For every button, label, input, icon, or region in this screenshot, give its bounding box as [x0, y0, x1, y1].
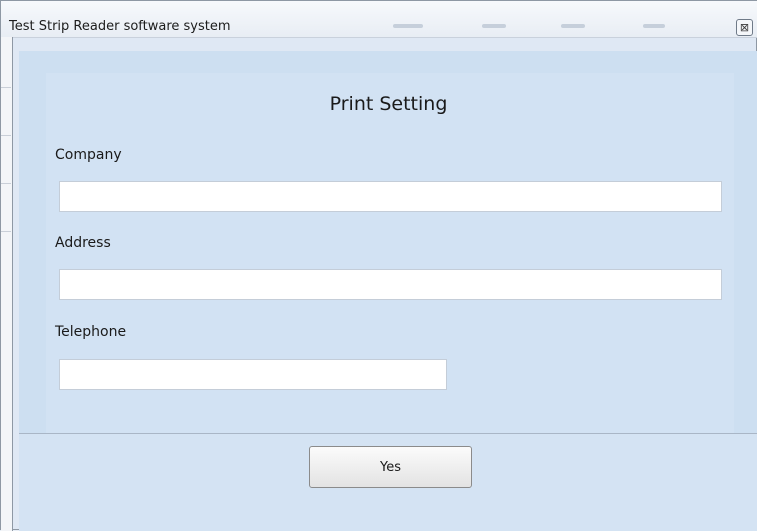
- grid-line: [1, 231, 11, 232]
- yes-button[interactable]: Yes: [309, 446, 472, 488]
- blurred-tab: [482, 24, 506, 28]
- company-label: Company: [55, 147, 122, 163]
- dialog-heading: Print Setting: [329, 93, 448, 115]
- grid-line: [1, 183, 11, 184]
- telephone-label: Telephone: [55, 324, 127, 340]
- background-window-edge: [1, 37, 13, 531]
- blurred-tab: [561, 24, 585, 28]
- blurred-tab: [643, 24, 665, 28]
- print-setting-dialog: Print Setting Company Address Telephone …: [19, 51, 757, 531]
- telephone-input[interactable]: [59, 359, 447, 390]
- blurred-tab: [393, 24, 423, 28]
- window-title: Test Strip Reader software system: [9, 19, 231, 34]
- grid-line: [1, 87, 11, 88]
- title-bar: Test Strip Reader software system ⊠: [1, 1, 757, 38]
- close-icon: ⊠: [739, 21, 750, 34]
- address-label: Address: [55, 235, 111, 251]
- grid-line: [1, 135, 11, 136]
- app-window: Test Strip Reader software system ⊠ Prin…: [0, 0, 757, 531]
- close-button[interactable]: ⊠: [736, 19, 753, 36]
- address-input[interactable]: [59, 269, 722, 300]
- company-input[interactable]: [59, 181, 722, 212]
